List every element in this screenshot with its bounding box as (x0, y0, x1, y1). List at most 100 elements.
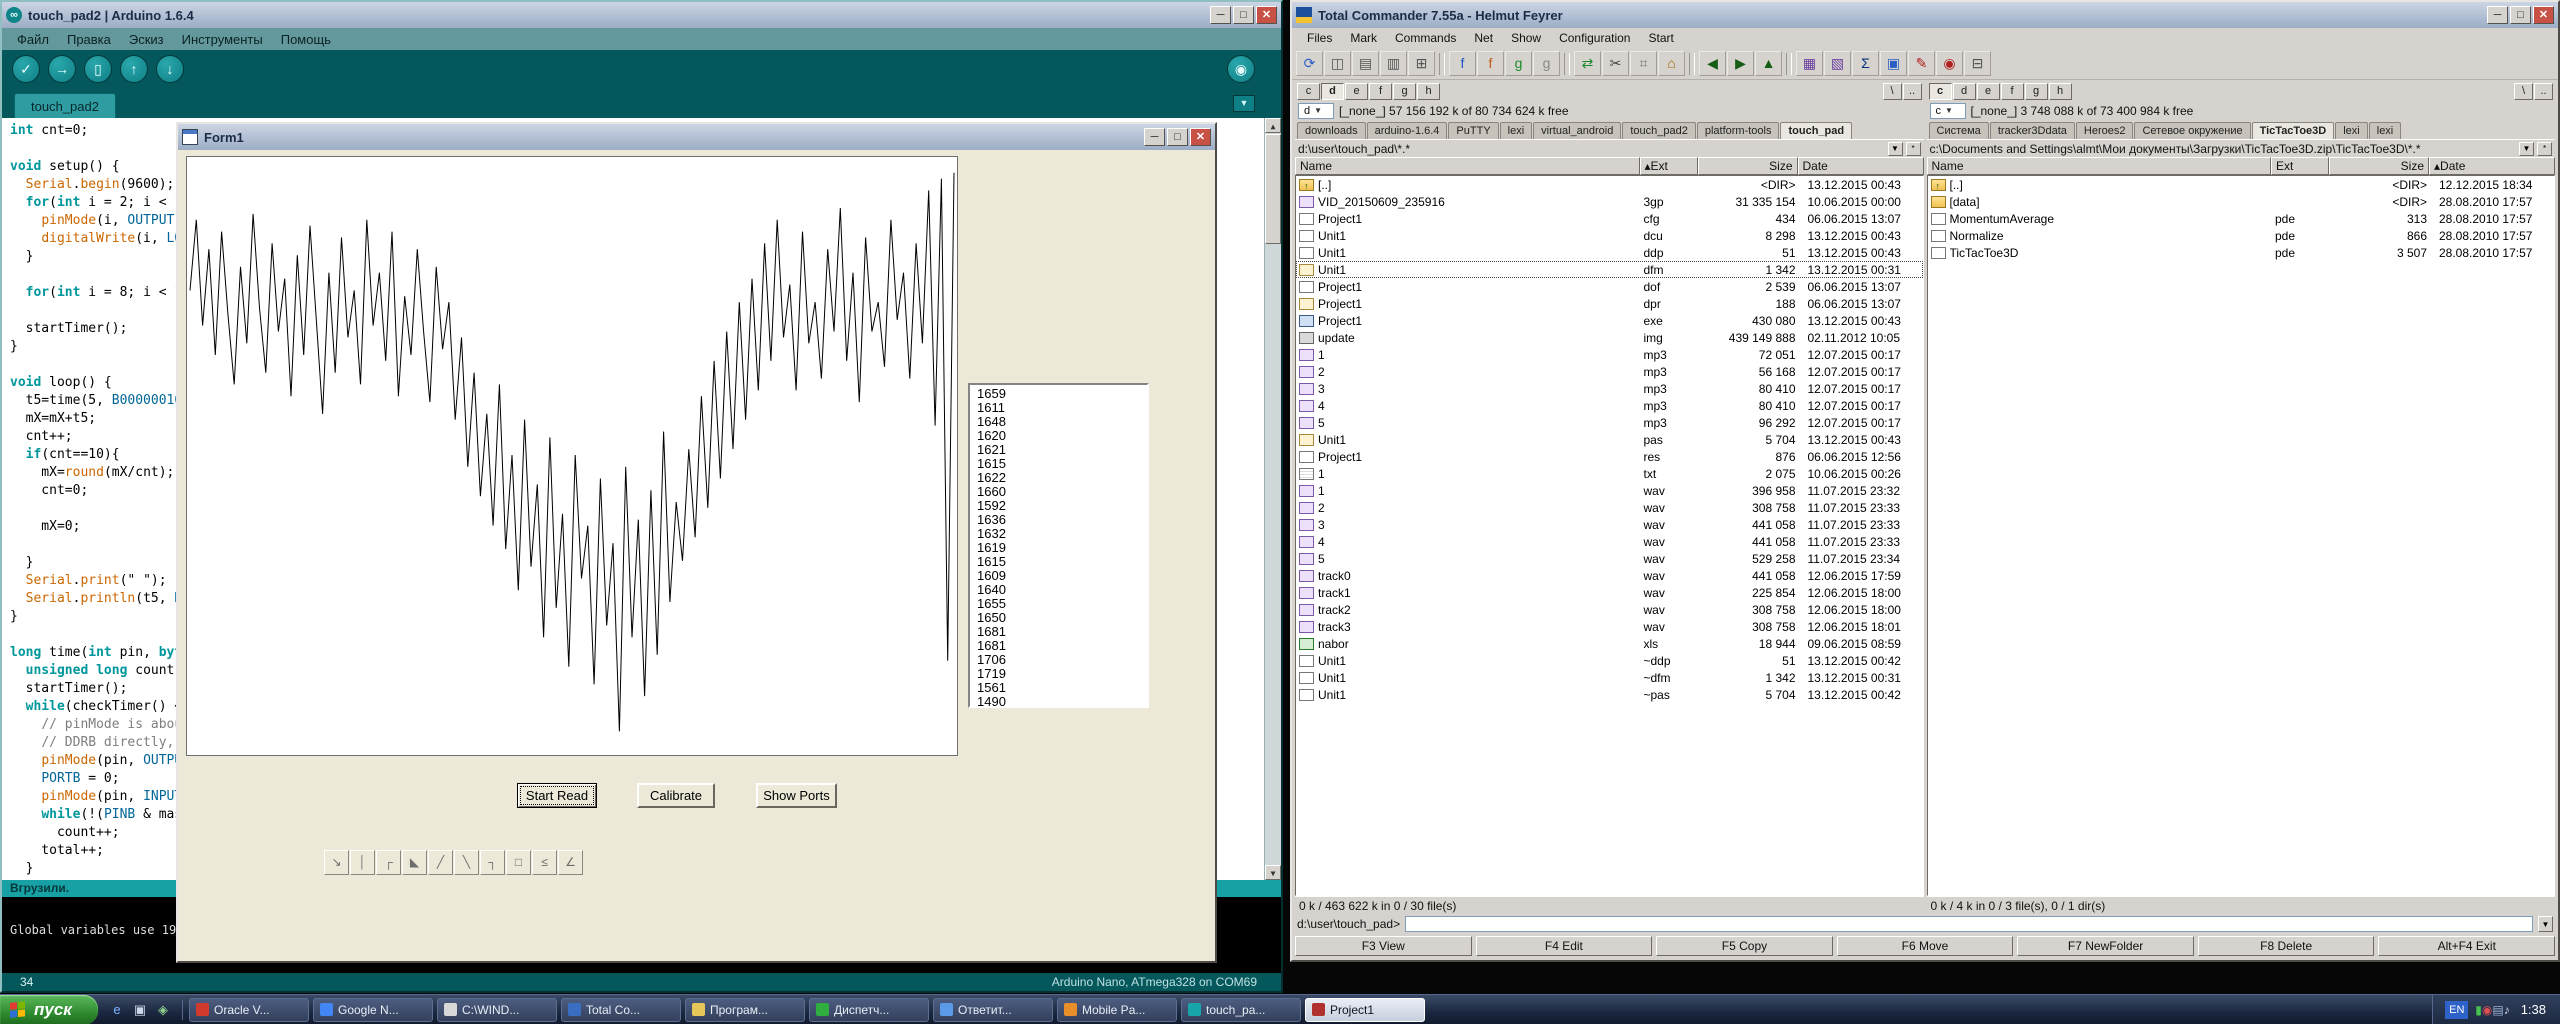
file-row[interactable]: 1txt2 07510.06.2015 00:26 (1296, 465, 1923, 482)
start-read-button[interactable]: Start Read (517, 783, 597, 808)
new-sketch-button[interactable]: ▯ (84, 55, 112, 83)
arduino-menu-item[interactable]: Эскиз (120, 30, 173, 49)
tc-icon-pack[interactable]: ▦ (1796, 51, 1823, 76)
tc-menu-item[interactable]: Configuration (1550, 29, 1639, 47)
reading-value[interactable]: 1615 (977, 457, 1147, 471)
panel-tab-touch_pad[interactable]: touch_pad (1780, 122, 1852, 139)
tc-menu-item[interactable]: Commands (1386, 29, 1465, 47)
tc-menu-item[interactable]: Start (1639, 29, 1682, 47)
panel-tab-arduino-1.6.4[interactable]: arduino-1.6.4 (1367, 122, 1448, 139)
drive-button-e[interactable]: e (1345, 83, 1368, 100)
tc-icon-cut[interactable]: ✂ (1602, 51, 1629, 76)
chart-tool-button[interactable]: ╲ (454, 850, 479, 875)
tc-icon-back[interactable]: ◀ (1699, 51, 1726, 76)
favorites-button[interactable]: * (2537, 142, 2552, 156)
minimize-button[interactable]: ─ (1210, 6, 1231, 24)
file-row[interactable]: 2mp356 16812.07.2015 00:17 (1296, 363, 1923, 380)
file-row[interactable]: Project1cfg43406.06.2015 13:07 (1296, 210, 1923, 227)
file-row[interactable]: Unit1ddp5113.12.2015 00:43 (1296, 244, 1923, 261)
file-row[interactable]: Project1dpr18806.06.2015 13:07 (1296, 295, 1923, 312)
reading-value[interactable]: 1650 (977, 611, 1147, 625)
arduino-menu-item[interactable]: Файл (8, 30, 58, 49)
file-row[interactable]: track2wav308 75812.06.2015 18:00 (1296, 601, 1923, 618)
drive-combo[interactable]: d▼ (1298, 103, 1334, 119)
reading-value[interactable]: 1620 (977, 429, 1147, 443)
file-row[interactable]: Project1exe430 08013.12.2015 00:43 (1296, 312, 1923, 329)
current-path[interactable]: d:\user\touch_pad\*.* (1298, 142, 1885, 156)
column-header-ext[interactable]: ▴Ext (1640, 157, 1698, 175)
history-button[interactable]: ▼ (2519, 142, 2534, 156)
taskbar-task[interactable]: Програм... (685, 998, 805, 1022)
tc-icon-calc-space[interactable]: Σ (1852, 51, 1879, 76)
file-row[interactable]: 3wav441 05811.07.2015 23:33 (1296, 516, 1923, 533)
drive-button-e[interactable]: e (1977, 83, 2000, 100)
tc-icon-tree-view[interactable]: ▥ (1380, 51, 1407, 76)
reading-value[interactable]: 1659 (977, 387, 1147, 401)
form1-titlebar[interactable]: Form1 ─ □ ✕ (178, 124, 1215, 150)
file-row[interactable]: Project1res87606.06.2015 12:56 (1296, 448, 1923, 465)
chart-tool-button[interactable]: │ (350, 850, 375, 875)
tc-icon-parent-dir[interactable]: ▲ (1755, 51, 1782, 76)
quicklaunch-show-desktop-icon[interactable]: ▣ (130, 1000, 150, 1020)
panel-tab-PuTTY[interactable]: PuTTY (1448, 122, 1498, 139)
antivirus-icon[interactable]: ▮ (2475, 1003, 2482, 1017)
function-button-f3[interactable]: F3 View (1295, 936, 1472, 956)
file-row[interactable]: 4mp380 41012.07.2015 00:17 (1296, 397, 1923, 414)
drive-button-c[interactable]: c (1929, 83, 1952, 100)
open-sketch-button[interactable]: ↑ (120, 55, 148, 83)
taskbar-task[interactable]: Total Co... (561, 998, 681, 1022)
verify-button[interactable]: ✓ (12, 55, 40, 83)
quicklaunch-media-player-icon[interactable]: ◈ (153, 1000, 173, 1020)
reading-value[interactable]: 1719 (977, 667, 1147, 681)
tab-menu-button[interactable]: ▼ (1233, 95, 1255, 112)
start-button[interactable]: пуск (0, 995, 98, 1024)
tc-titlebar[interactable]: Total Commander 7.55a - Helmut Feyrer ─ … (1292, 2, 2558, 28)
tc-icon-multi-rename[interactable]: ▣ (1880, 51, 1907, 76)
drive-button-f[interactable]: f (2001, 83, 2024, 100)
chart-tool-button[interactable]: ┐ (480, 850, 505, 875)
panel-tab-virtual_android[interactable]: virtual_android (1533, 122, 1621, 139)
tc-icon-ftp-connect[interactable]: f (1449, 51, 1476, 76)
panel-tab-downloads[interactable]: downloads (1297, 122, 1366, 139)
file-row[interactable]: 3mp380 41012.07.2015 00:17 (1296, 380, 1923, 397)
drive-combo[interactable]: c▼ (1930, 103, 1966, 119)
minimize-button[interactable]: ─ (1144, 128, 1165, 146)
tc-icon-ftp-disconnect[interactable]: f (1477, 51, 1504, 76)
network-icon[interactable]: ▤ (2492, 1003, 2503, 1017)
drive-button-d[interactable]: d (1953, 83, 1976, 100)
tc-icon-net-connect[interactable]: g (1533, 51, 1560, 76)
chart-tool-button[interactable]: ╱ (428, 850, 453, 875)
reading-value[interactable]: 1490 (977, 695, 1147, 708)
function-button-f4[interactable]: F4 Edit (1476, 936, 1653, 956)
tc-icon-quick-view[interactable]: ⊞ (1408, 51, 1435, 76)
panel-tab-platform-tools[interactable]: platform-tools (1697, 122, 1780, 139)
tc-icon-unpack[interactable]: ▧ (1824, 51, 1851, 76)
tc-menu-item[interactable]: Files (1298, 29, 1341, 47)
editor-scrollbar[interactable]: ▲ ▼ (1264, 118, 1281, 880)
drive-button-f[interactable]: f (1369, 83, 1392, 100)
panel-tab-lexi[interactable]: lexi (2335, 122, 2368, 139)
column-header-ext[interactable]: Ext (2271, 157, 2329, 175)
taskbar-task[interactable]: Google N... (313, 998, 433, 1022)
arduino-titlebar[interactable]: ∞ touch_pad2 | Arduino 1.6.4 ─ □ ✕ (2, 2, 1281, 28)
file-row[interactable]: Unit1dcu8 29813.12.2015 00:43 (1296, 227, 1923, 244)
file-row[interactable]: track3wav308 75812.06.2015 18:01 (1296, 618, 1923, 635)
file-row[interactable]: MomentumAveragepde31328.08.2010 17:57 (1928, 210, 2555, 227)
tc-icon-brief-view[interactable]: ◫ (1324, 51, 1351, 76)
file-row[interactable]: track0wav441 05812.06.2015 17:59 (1296, 567, 1923, 584)
panel-tab-tracker3Ddata[interactable]: tracker3Ddata (1990, 122, 2075, 139)
tc-menu-item[interactable]: Net (1465, 29, 1502, 47)
function-button-f8[interactable]: F8 Delete (2198, 936, 2375, 956)
file-row[interactable]: Unit1~dfm1 34213.12.2015 00:31 (1296, 669, 1923, 686)
reading-value[interactable]: 1592 (977, 499, 1147, 513)
drive-button-c[interactable]: c (1297, 83, 1320, 100)
reading-value[interactable]: 1609 (977, 569, 1147, 583)
taskbar-task[interactable]: C:\WIND... (437, 998, 557, 1022)
calibrate-button[interactable]: Calibrate (637, 783, 715, 808)
function-button-alt+f4[interactable]: Alt+F4 Exit (2378, 936, 2555, 956)
column-header-size[interactable]: Size (2329, 157, 2429, 175)
file-row[interactable]: 5wav529 25811.07.2015 23:34 (1296, 550, 1923, 567)
maximize-button[interactable]: □ (1233, 6, 1254, 24)
column-header-size[interactable]: Size (1698, 157, 1798, 175)
maximize-button[interactable]: □ (1167, 128, 1188, 146)
